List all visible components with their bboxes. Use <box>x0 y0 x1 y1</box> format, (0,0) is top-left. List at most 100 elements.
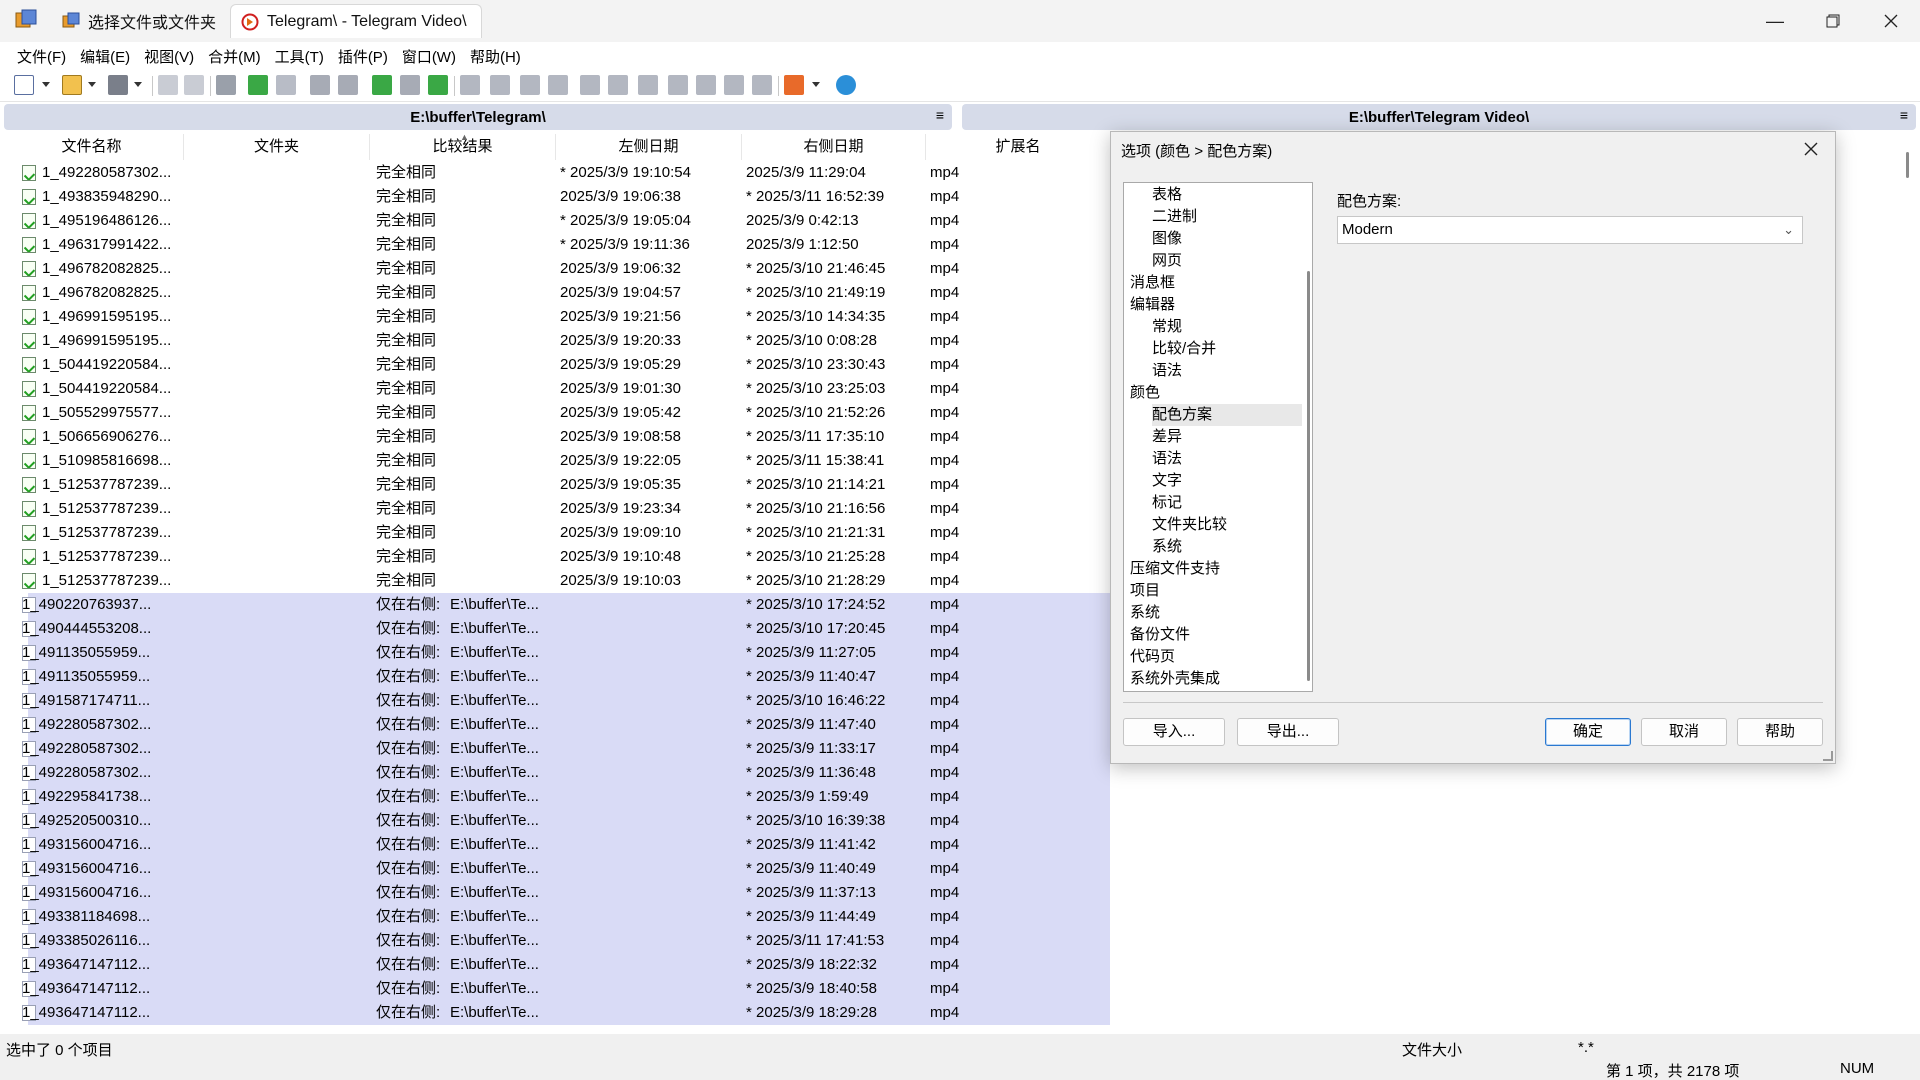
table-row[interactable]: 1_493647147112...仅在右侧:E:\buffer\Te...* 2… <box>28 953 1110 977</box>
prev-file-icon[interactable] <box>548 75 568 95</box>
tree-item[interactable]: 图像 <box>1152 228 1182 250</box>
table-row[interactable]: 1_490220763937...仅在右侧:E:\buffer\Te...* 2… <box>28 593 1110 617</box>
new-dropdown-icon[interactable] <box>42 82 50 87</box>
table-row[interactable]: 1_490444553208...仅在右侧:E:\buffer\Te...* 2… <box>28 617 1110 641</box>
table-row[interactable]: 1_496782082825...完全相同2025/3/9 19:04:57* … <box>0 281 1110 305</box>
table-row[interactable]: 1_512537787239...完全相同2025/3/9 19:05:35* … <box>0 473 1110 497</box>
options-dropdown-icon[interactable] <box>812 82 820 87</box>
next-conflict-icon[interactable] <box>580 75 600 95</box>
table-row[interactable]: 1_493156004716...仅在右侧:E:\buffer\Te...* 2… <box>28 833 1110 857</box>
table-row[interactable]: 1_493647147112...仅在右侧:E:\buffer\Te...* 2… <box>28 977 1110 1001</box>
tree-item[interactable]: 二进制 <box>1152 206 1197 228</box>
select-all-icon[interactable] <box>428 75 448 95</box>
undo-icon[interactable] <box>158 75 178 95</box>
table-row[interactable]: 1_512537787239...完全相同2025/3/9 19:23:34* … <box>0 497 1110 521</box>
table-row[interactable]: 1_504419220584...完全相同2025/3/9 19:05:29* … <box>0 353 1110 377</box>
last-diff-icon[interactable] <box>752 75 772 95</box>
close-window-button[interactable] <box>1862 0 1920 42</box>
merge-icon[interactable] <box>638 75 658 95</box>
help-button[interactable]: 帮助 <box>1737 718 1823 746</box>
next-file-icon[interactable] <box>520 75 540 95</box>
tree-item[interactable]: 配色方案 <box>1152 404 1302 426</box>
tree-item[interactable]: 系统 <box>1130 602 1160 624</box>
col-filename[interactable]: 文件名称 <box>0 134 184 160</box>
right-pane-menu-icon[interactable]: ≡ <box>1900 107 1908 123</box>
table-row[interactable]: 1_496991595195...完全相同2025/3/9 19:21:56* … <box>0 305 1110 329</box>
table-row[interactable]: 1_492520500310...仅在右侧:E:\buffer\Te...* 2… <box>28 809 1110 833</box>
print-icon[interactable] <box>216 75 236 95</box>
menu-view[interactable]: 视图(V) <box>137 42 201 68</box>
save-icon[interactable] <box>108 75 128 95</box>
right-path-header[interactable]: E:\buffer\Telegram Video\ ≡ <box>962 104 1916 130</box>
menu-window[interactable]: 窗口(W) <box>395 42 463 68</box>
table-row[interactable]: 1_491135055959...仅在右侧:E:\buffer\Te...* 2… <box>28 641 1110 665</box>
tree-item[interactable]: 编辑器 <box>1130 294 1175 316</box>
tree-item[interactable]: 系统外壳集成 <box>1130 668 1220 690</box>
menu-help[interactable]: 帮助(H) <box>463 42 528 68</box>
col-extension[interactable]: 扩展名 <box>926 134 1110 160</box>
table-row[interactable]: 1_491587174711...仅在右侧:E:\buffer\Te...* 2… <box>28 689 1110 713</box>
copy-to-left-icon[interactable] <box>248 75 268 95</box>
tree-item[interactable]: 语法 <box>1152 360 1182 382</box>
menu-edit[interactable]: 编辑(E) <box>73 42 137 68</box>
tree-item[interactable]: 文件夹比较 <box>1152 514 1227 536</box>
table-row[interactable]: 1_512537787239...完全相同2025/3/9 19:09:10* … <box>0 521 1110 545</box>
open-dropdown-icon[interactable] <box>88 82 96 87</box>
expand-icon[interactable] <box>310 75 330 95</box>
table-row[interactable]: 1_504419220584...完全相同2025/3/9 19:01:30* … <box>0 377 1110 401</box>
down-diff-icon[interactable] <box>724 75 744 95</box>
tree-item[interactable]: 颜色 <box>1130 382 1160 404</box>
menu-plugins[interactable]: 插件(P) <box>331 42 395 68</box>
tree-item[interactable]: 压缩文件支持 <box>1130 558 1220 580</box>
table-row[interactable]: 1_496991595195...完全相同2025/3/9 19:20:33* … <box>0 329 1110 353</box>
refresh-icon[interactable] <box>836 75 856 95</box>
table-row[interactable]: 1_491135055959...仅在右侧:E:\buffer\Te...* 2… <box>28 665 1110 689</box>
table-row[interactable]: 1_493647147112...仅在右侧:E:\buffer\Te...* 2… <box>28 1001 1110 1025</box>
ok-button[interactable]: 确定 <box>1545 718 1631 746</box>
table-row[interactable]: 1_493381184698...仅在右侧:E:\buffer\Te...* 2… <box>28 905 1110 929</box>
tree-item[interactable]: 网页 <box>1152 250 1182 272</box>
minimize-button[interactable]: — <box>1746 0 1804 42</box>
tree-item[interactable]: 常规 <box>1152 316 1182 338</box>
first-diff-icon[interactable] <box>668 75 688 95</box>
table-row[interactable]: 1_492280587302...仅在右侧:E:\buffer\Te...* 2… <box>28 737 1110 761</box>
restore-button[interactable] <box>1804 0 1862 42</box>
copy-to-right-icon[interactable] <box>276 75 296 95</box>
export-button[interactable]: 导出... <box>1237 718 1339 746</box>
table-row[interactable]: 1_510985816698...完全相同2025/3/9 19:22:05* … <box>0 449 1110 473</box>
table-row[interactable]: 1_492280587302...仅在右侧:E:\buffer\Te...* 2… <box>28 761 1110 785</box>
import-button[interactable]: 导入... <box>1123 718 1225 746</box>
table-row[interactable]: 1_505529975577...完全相同2025/3/9 19:05:42* … <box>0 401 1110 425</box>
tab-select-files[interactable]: 选择文件或文件夹 <box>52 4 226 38</box>
col-right-date[interactable]: 右侧日期 <box>742 134 926 160</box>
table-row[interactable]: 1_495196486126...完全相同* 2025/3/9 19:05:04… <box>0 209 1110 233</box>
table-row[interactable]: 1_492280587302...完全相同* 2025/3/9 19:10:54… <box>0 161 1110 185</box>
open-folder-icon[interactable] <box>62 75 82 95</box>
tree-item[interactable]: 文字 <box>1152 470 1182 492</box>
left-pane-menu-icon[interactable]: ≡ <box>936 107 944 123</box>
col-folder[interactable]: 文件夹 <box>184 134 370 160</box>
app-logo-icon[interactable] <box>14 8 38 32</box>
tree-item[interactable]: 差异 <box>1152 426 1182 448</box>
prev-diff-icon[interactable] <box>490 75 510 95</box>
tree-item[interactable]: 代码页 <box>1130 646 1175 668</box>
options-icon[interactable] <box>784 75 804 95</box>
table-row[interactable]: 1_493835948290...完全相同2025/3/9 19:06:38* … <box>0 185 1110 209</box>
table-row[interactable]: 1_493385026116...仅在右侧:E:\buffer\Te...* 2… <box>28 929 1110 953</box>
left-path-header[interactable]: E:\buffer\Telegram\ ≡ <box>4 104 952 130</box>
tree-item[interactable]: 项目 <box>1130 580 1160 602</box>
table-row[interactable]: 1_493156004716...仅在右侧:E:\buffer\Te...* 2… <box>28 857 1110 881</box>
save-dropdown-icon[interactable] <box>134 82 142 87</box>
color-scheme-select[interactable]: Modern ⌄ <box>1337 216 1803 244</box>
up-diff-icon[interactable] <box>696 75 716 95</box>
resize-grip-icon[interactable] <box>1823 751 1833 761</box>
tree-item[interactable]: 备份文件 <box>1130 624 1190 646</box>
tree-item[interactable]: 比较/合并 <box>1152 338 1216 360</box>
tree-item[interactable]: 消息框 <box>1130 272 1175 294</box>
tree-item[interactable]: 系统 <box>1152 536 1182 558</box>
prev-conflict-icon[interactable] <box>608 75 628 95</box>
collapse-icon[interactable] <box>338 75 358 95</box>
sync-up-icon[interactable] <box>372 75 392 95</box>
tree-scrollbar[interactable] <box>1307 271 1310 681</box>
table-row[interactable]: 1_496782082825...完全相同2025/3/9 19:06:32* … <box>0 257 1110 281</box>
